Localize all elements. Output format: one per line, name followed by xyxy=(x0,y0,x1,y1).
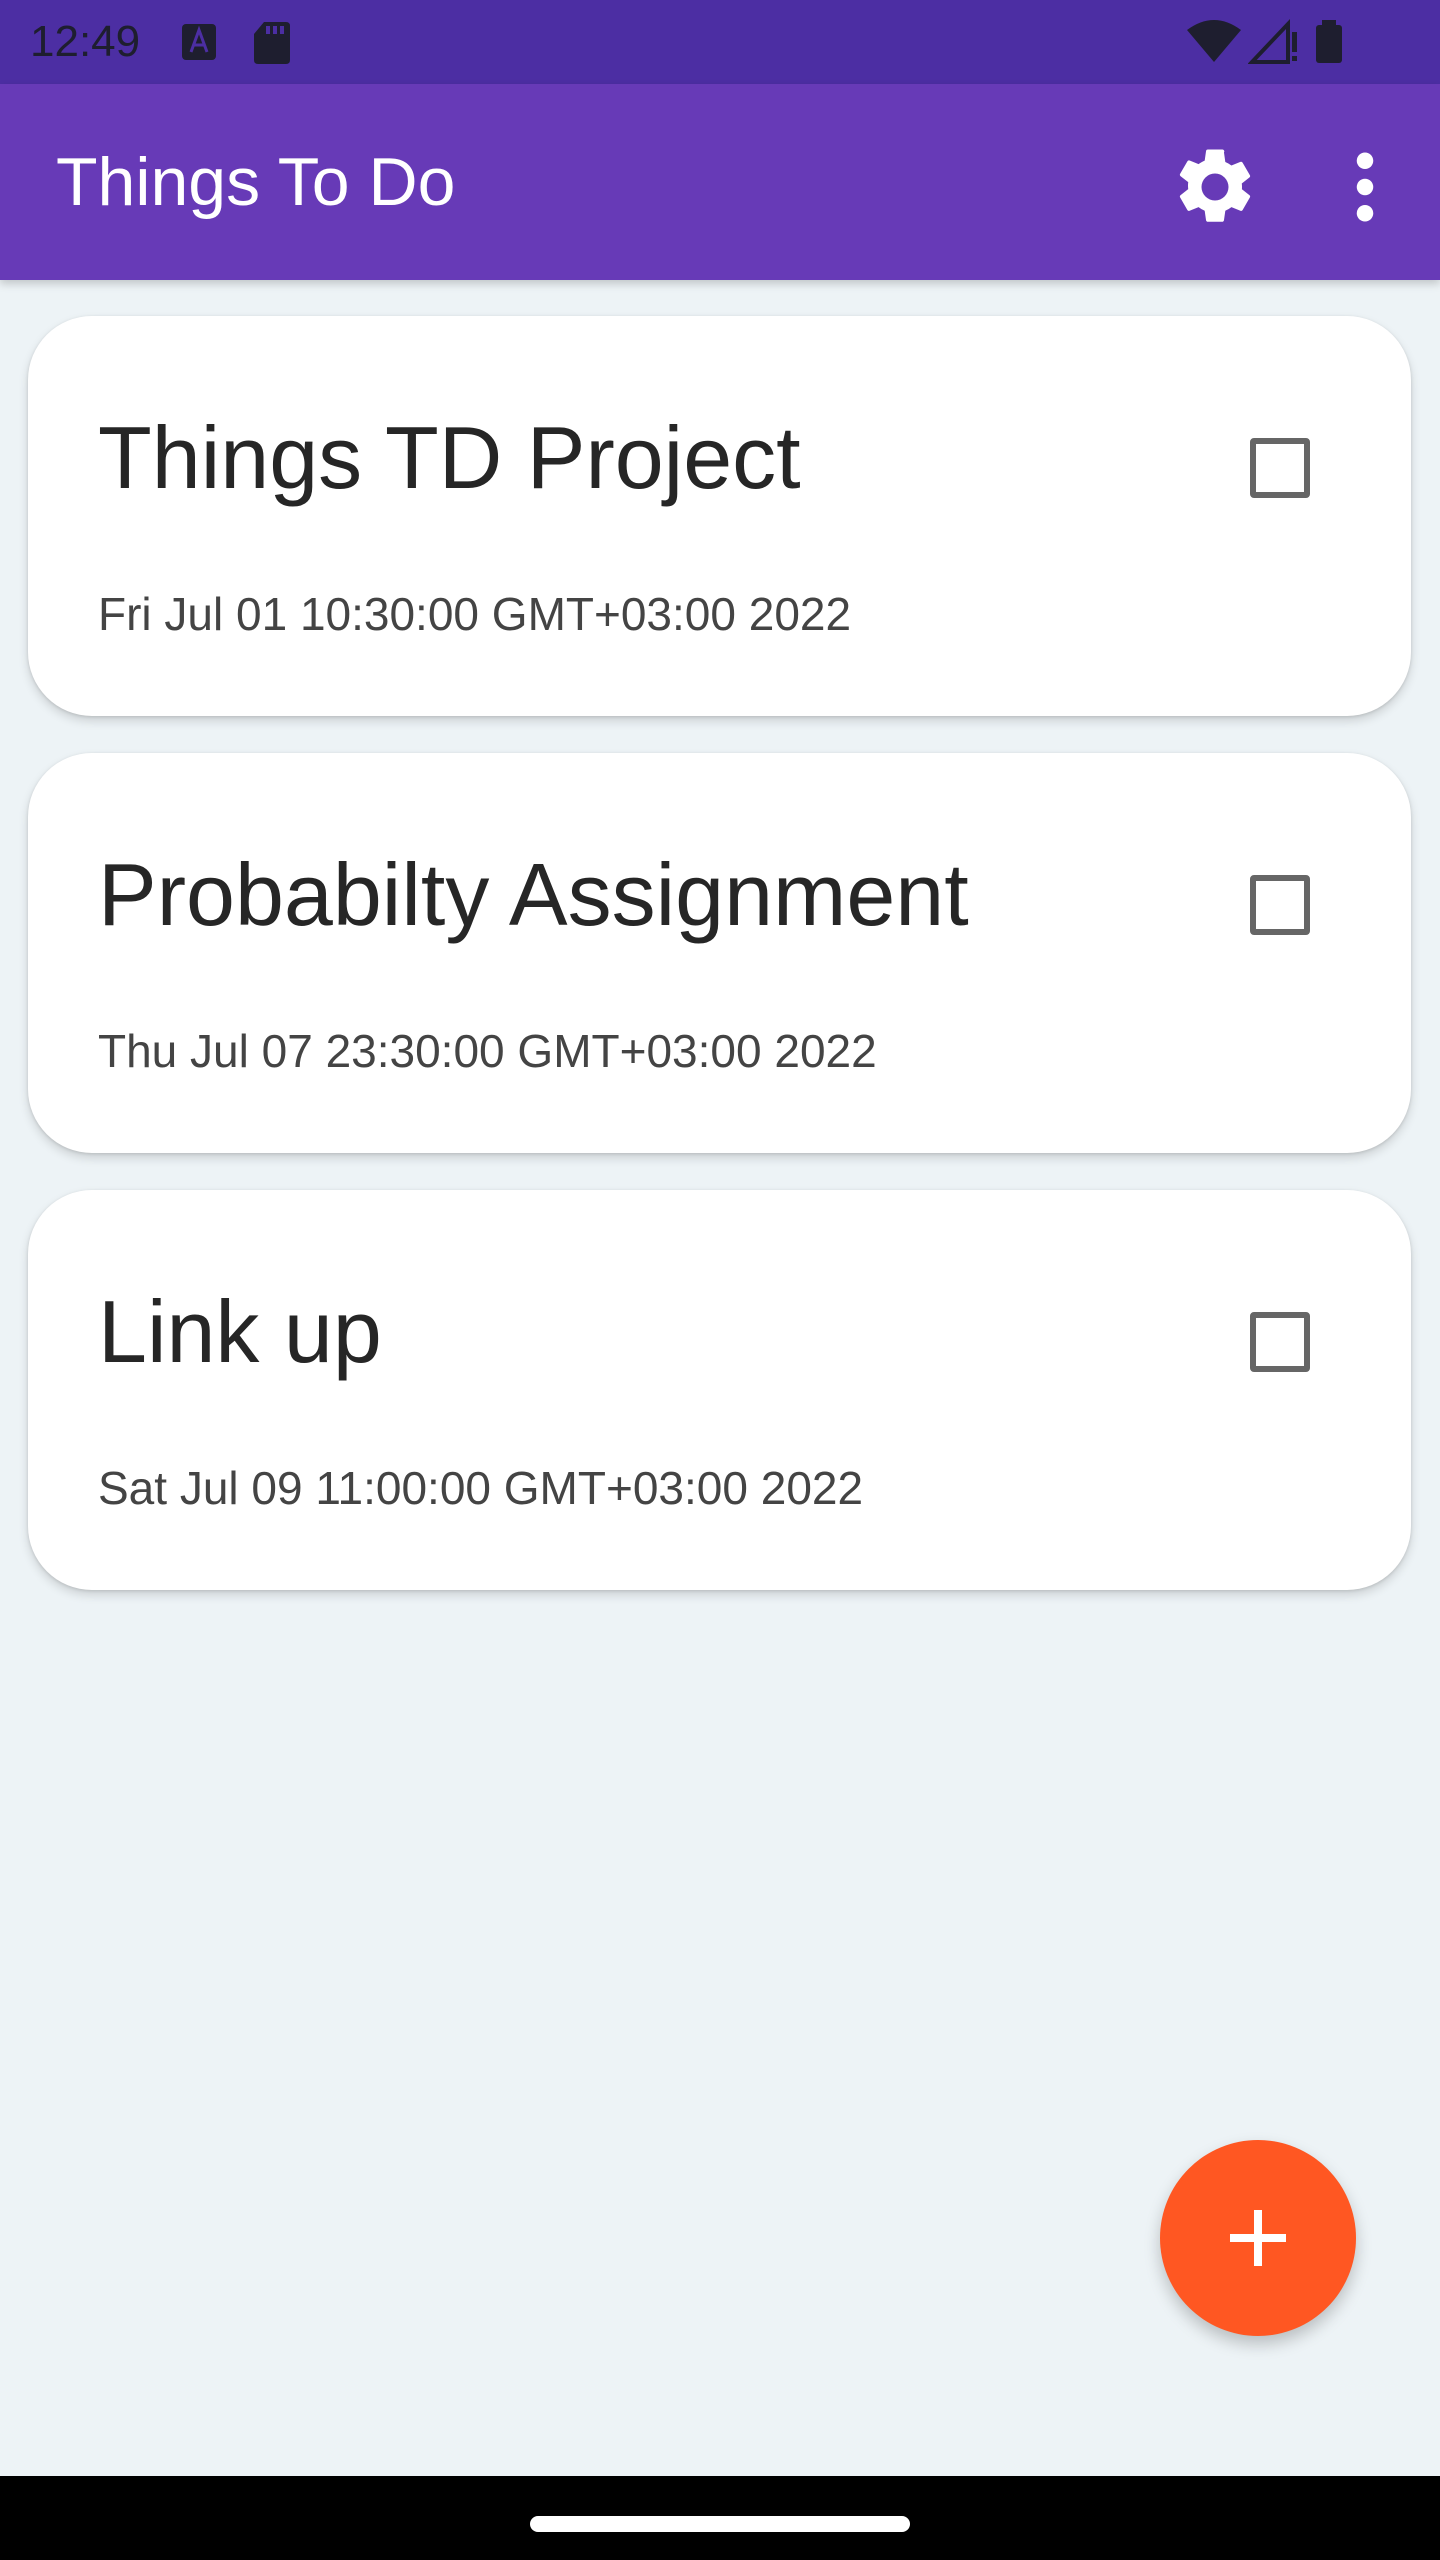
settings-button[interactable] xyxy=(1170,142,1260,232)
sd-card-icon xyxy=(250,18,294,66)
wifi-icon xyxy=(1185,18,1243,66)
home-indicator[interactable] xyxy=(530,2516,910,2532)
task-checkbox[interactable] xyxy=(1250,438,1310,498)
app-bar: Things To Do xyxy=(0,84,1440,280)
task-checkbox[interactable] xyxy=(1250,875,1310,935)
notification-icon xyxy=(178,18,222,66)
status-bar: 12:49 xyxy=(0,0,1440,84)
task-date: Thu Jul 07 23:30:00 GMT+03:00 2022 xyxy=(98,1025,877,1077)
task-card[interactable]: Link up Sat Jul 09 11:00:00 GMT+03:00 20… xyxy=(28,1190,1411,1590)
task-title: Probabilty Assignment xyxy=(98,845,969,944)
task-card[interactable]: Probabilty Assignment Thu Jul 07 23:30:0… xyxy=(28,753,1411,1153)
task-title: Things TD Project xyxy=(98,408,801,507)
task-date: Fri Jul 01 10:30:00 GMT+03:00 2022 xyxy=(98,588,852,640)
battery-icon xyxy=(1312,18,1346,66)
navigation-bar xyxy=(0,2476,1440,2560)
task-title: Link up xyxy=(98,1282,382,1381)
settings-icon xyxy=(1179,149,1251,222)
plus-icon xyxy=(1230,2210,1286,2266)
task-date: Sat Jul 09 11:00:00 GMT+03:00 2022 xyxy=(98,1462,864,1514)
signal-icon xyxy=(1247,18,1300,66)
task-card[interactable]: Things TD Project Fri Jul 01 10:30:00 GM… xyxy=(28,316,1411,716)
more-vert-icon xyxy=(1356,152,1374,222)
status-time: 12:49 xyxy=(30,17,141,66)
add-task-button[interactable] xyxy=(1160,2140,1356,2336)
more-options-button[interactable] xyxy=(1320,142,1410,232)
app-title: Things To Do xyxy=(56,144,456,220)
task-checkbox[interactable] xyxy=(1250,1312,1310,1372)
